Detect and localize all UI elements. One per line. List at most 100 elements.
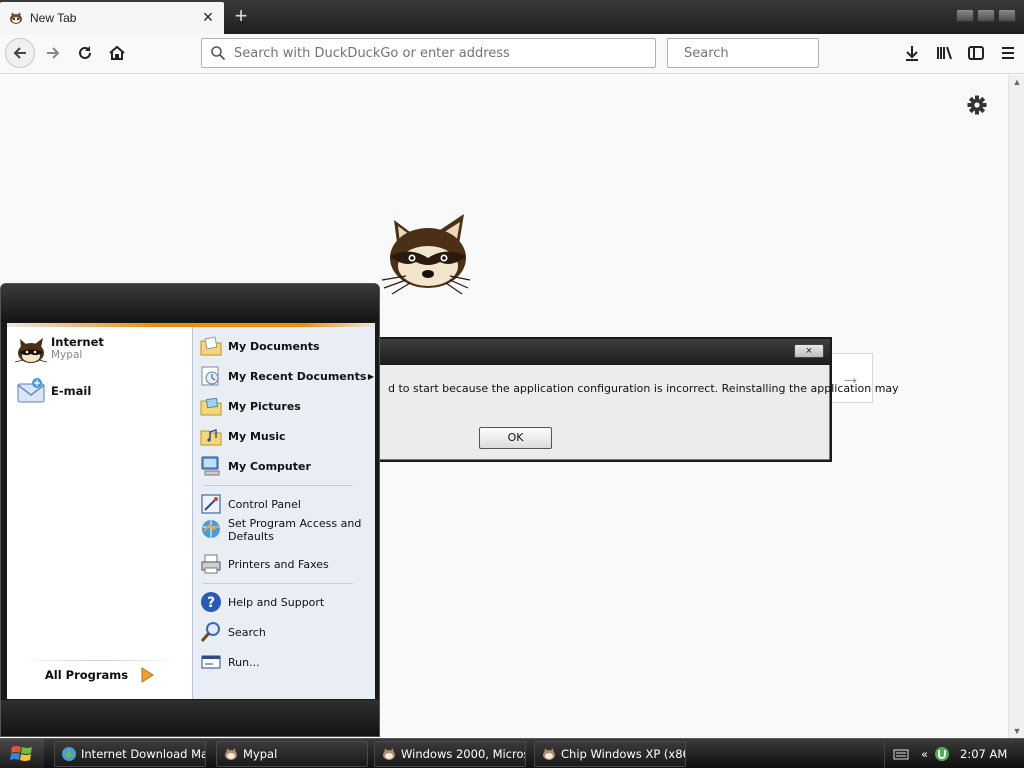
- address-bar[interactable]: [201, 38, 656, 68]
- windows-logo-icon: [10, 746, 32, 761]
- printers-and-faxes-item[interactable]: Printers and Faxes: [199, 552, 374, 576]
- downloads-button[interactable]: [896, 38, 928, 68]
- toolbar-right: [896, 38, 1024, 68]
- taskbar-button-label: Mypal: [243, 747, 278, 761]
- minimize-button[interactable]: [956, 9, 974, 22]
- dialog-titlebar: ×: [368, 339, 830, 365]
- recent-documents-icon: [201, 366, 219, 386]
- taskbar-button-label: Chip Windows XP (x86...: [561, 747, 685, 761]
- my-computer-item[interactable]: My Computer: [199, 454, 374, 478]
- my-documents-label: My Documents: [228, 339, 320, 353]
- mypal-raccoon-logo: [381, 214, 471, 295]
- run-label: Run...: [228, 655, 260, 669]
- clock[interactable]: 2:07 AM: [960, 747, 1007, 761]
- hamburger-menu-icon: [1002, 47, 1014, 59]
- help-and-support-item[interactable]: ? Help and Support: [199, 590, 374, 614]
- reload-button[interactable]: [70, 38, 100, 68]
- run-item[interactable]: Run...: [199, 650, 374, 674]
- system-tray: « 2:07 AM: [884, 739, 1024, 768]
- taskbar-button-windows-2000[interactable]: Windows 2000, Micros...: [374, 741, 526, 767]
- mypal-raccoon-icon: [225, 748, 237, 760]
- keyboard-icon[interactable]: [893, 747, 909, 761]
- help-and-support-label: Help and Support: [228, 595, 325, 609]
- forward-arrow-icon: [47, 47, 60, 59]
- program-access-globe-icon: [202, 520, 220, 538]
- start-button[interactable]: [0, 739, 44, 768]
- folder-music-icon: [200, 429, 222, 446]
- my-computer-label: My Computer: [228, 459, 311, 473]
- taskbar-button-mypal[interactable]: Mypal: [216, 741, 368, 767]
- forward-button[interactable]: [38, 38, 68, 68]
- internet-download-manager-icon: [62, 747, 76, 761]
- all-programs-button[interactable]: All Programs: [7, 667, 192, 683]
- taskbar-button-idm[interactable]: Internet Download Ma...: [54, 741, 206, 767]
- magnifier-icon: [200, 622, 220, 642]
- scroll-down-icon[interactable]: ▼: [1012, 726, 1022, 736]
- search-bar[interactable]: [667, 38, 854, 68]
- taskbar-button-label: Internet Download Ma...: [81, 747, 206, 761]
- menu-separator: [203, 485, 353, 486]
- search-input[interactable]: [684, 45, 854, 61]
- mypal-raccoon-icon: [383, 748, 395, 760]
- home-icon: [109, 45, 125, 60]
- control-panel-item[interactable]: Control Panel: [199, 492, 374, 516]
- ok-button[interactable]: OK: [479, 427, 552, 449]
- set-program-access-item[interactable]: Set Program Access and Defaults: [199, 517, 374, 543]
- svg-text:?: ?: [207, 595, 215, 611]
- my-music-item[interactable]: My Music: [199, 424, 374, 448]
- printers-and-faxes-label: Printers and Faxes: [228, 557, 329, 571]
- gear-icon[interactable]: [966, 94, 988, 116]
- dialog-close-button[interactable]: ×: [794, 344, 824, 358]
- tab-close-icon[interactable]: ×: [198, 8, 218, 28]
- back-button[interactable]: [5, 38, 35, 68]
- mypal-raccoon-icon: [15, 338, 47, 363]
- maximize-button[interactable]: [977, 9, 995, 22]
- pinned-internet-subtitle: Mypal: [51, 349, 83, 361]
- tab-title: New Tab: [30, 11, 77, 25]
- search-item[interactable]: Search: [199, 620, 374, 644]
- all-programs-separator: [19, 660, 179, 661]
- pinned-email-title: E-mail: [51, 384, 92, 398]
- control-panel-icon: [201, 494, 221, 514]
- mypal-raccoon-icon: [543, 748, 555, 760]
- taskbar-button-chip-windows-xp[interactable]: Chip Windows XP (x86...: [534, 741, 686, 767]
- library-button[interactable]: [928, 38, 960, 68]
- scroll-up-icon[interactable]: ▲: [1012, 77, 1022, 87]
- tab-strip: New Tab × +: [0, 0, 1024, 34]
- start-menu: Internet Mypal E-mail All Programs My Do…: [0, 283, 380, 737]
- email-envelope-icon: [17, 378, 45, 403]
- pinned-email[interactable]: E-mail: [15, 375, 91, 407]
- folder-documents-icon: [200, 336, 222, 356]
- pinned-programs-pane: Internet Mypal E-mail All Programs: [7, 327, 192, 699]
- navigation-toolbar: [0, 34, 1024, 74]
- taskbar: Internet Download Ma... Mypal Windows 20…: [0, 738, 1024, 768]
- pinned-internet-title: Internet: [51, 335, 104, 349]
- help-icon: ?: [201, 592, 221, 612]
- reload-icon: [79, 46, 91, 59]
- back-arrow-icon: [13, 47, 26, 59]
- tray-expand-chevron[interactable]: «: [921, 747, 928, 761]
- tab-new-tab[interactable]: New Tab ×: [0, 2, 224, 34]
- menu-button[interactable]: [992, 38, 1024, 68]
- my-recent-documents-item[interactable]: My Recent Documents ▶: [199, 364, 374, 388]
- vertical-scrollbar[interactable]: ▲ ▼: [1008, 75, 1024, 738]
- url-input[interactable]: [234, 45, 655, 61]
- my-documents-item[interactable]: My Documents: [199, 334, 374, 358]
- my-pictures-item[interactable]: My Pictures: [199, 394, 374, 418]
- pinned-internet[interactable]: Internet Mypal: [15, 335, 104, 367]
- sidebar-button[interactable]: [960, 38, 992, 68]
- error-dialog: × d to start because the application con…: [366, 337, 899, 462]
- close-window-button[interactable]: [998, 9, 1016, 22]
- printer-icon: [201, 554, 221, 574]
- start-menu-footer: [1, 700, 379, 736]
- utorrent-icon[interactable]: [934, 746, 950, 762]
- search-icon: [211, 46, 226, 61]
- search-go-arrow[interactable]: →: [829, 353, 873, 403]
- new-tab-button[interactable]: +: [230, 5, 252, 28]
- my-pictures-label: My Pictures: [228, 399, 301, 413]
- places-pane: My Documents My Recent Documents ▶ My Pi…: [192, 327, 375, 699]
- submenu-arrow-icon: ▶: [367, 371, 374, 381]
- search-label: Search: [228, 625, 266, 639]
- home-button[interactable]: [102, 38, 132, 68]
- download-icon: [906, 46, 918, 61]
